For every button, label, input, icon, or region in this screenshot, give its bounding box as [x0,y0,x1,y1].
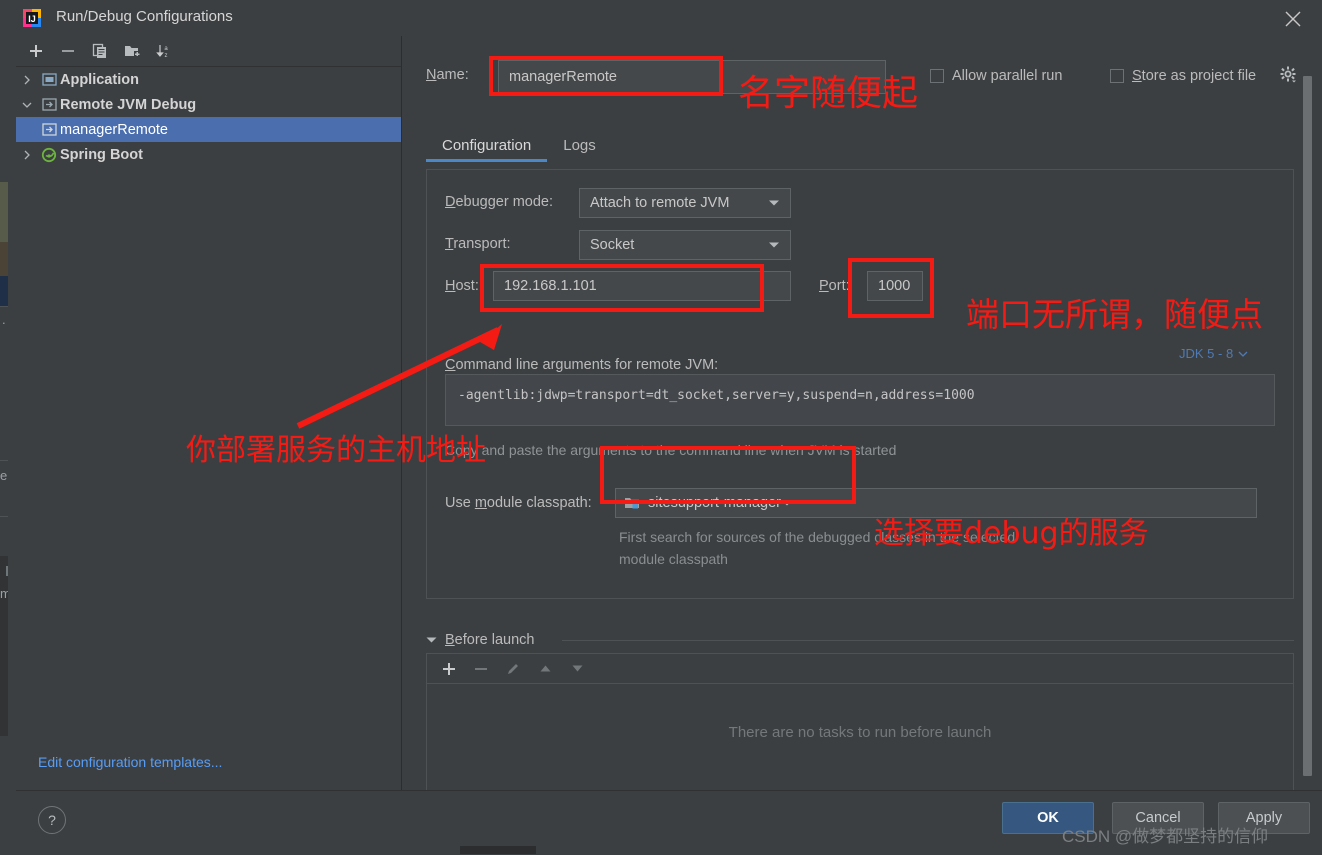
csdn-watermark: CSDN @做梦都坚持的信仰 [1062,827,1269,846]
debugger-mode-select[interactable]: Attach to remote JVM [579,188,791,218]
name-label: Name: [426,67,469,83]
name-input[interactable]: managerRemote [498,60,886,94]
port-input[interactable]: 1000 [867,271,923,301]
add-task-button[interactable] [437,658,461,679]
taskbar-fragment [460,846,536,854]
chevron-down-icon [768,237,780,253]
host-label: Host: [445,278,479,294]
module-classpath-hint-line1: First search for sources of the debugged… [619,529,1016,545]
store-as-project-file-checkbox[interactable]: Store as project file [1110,68,1256,84]
tree-item-managerremote[interactable]: managerRemote [16,117,401,142]
chevron-down-icon [1238,346,1248,361]
command-line-arguments-label: Command line arguments for remote JVM: [445,357,719,373]
remove-configuration-button[interactable] [56,40,80,62]
before-launch-empty-message: There are no tasks to run before launch [728,724,992,741]
edit-configuration-templates-link[interactable]: Edit configuration templates... [38,754,222,770]
move-task-down-button [565,658,589,679]
editor-tabs: Configuration Logs [426,131,612,162]
chevron-down-icon[interactable] [16,100,38,110]
chevron-right-icon[interactable] [16,75,38,85]
allow-parallel-run-checkbox[interactable]: Allow parallel run [930,68,1062,84]
spring-boot-icon [38,147,60,163]
tree-item-label: Spring Boot [60,146,143,163]
remove-task-button [469,658,493,679]
jdk-version-select[interactable]: JDK 5 - 8 [1179,346,1248,361]
svg-text:IJ: IJ [28,14,36,24]
help-button[interactable]: ? [38,806,66,834]
add-configuration-button[interactable] [24,40,48,62]
chevron-right-icon[interactable] [16,150,38,160]
configurations-tree: Application Remote JVM Debug managerRemo… [16,67,401,167]
tree-item-spring-boot[interactable]: Spring Boot [16,142,401,167]
triangle-down-icon[interactable] [426,631,437,649]
debugger-mode-label: Debugger mode: [445,194,554,210]
close-icon[interactable] [1282,8,1304,30]
jdk-version-value: JDK 5 - 8 [1179,346,1234,361]
gear-icon[interactable] [1280,66,1298,89]
tree-item-remote-jvm-debug[interactable]: Remote JVM Debug [16,92,401,117]
store-as-project-file-label: Store as project file [1132,68,1257,84]
pencil-icon [501,658,525,679]
dialog-titlebar: IJ Run/Debug Configurations [8,0,1322,36]
chevron-down-icon [768,195,780,211]
run-debug-configurations-dialog: IJ Run/Debug Configurations a z Applicat… [8,0,1322,855]
application-icon [38,72,60,87]
before-launch-title: Before launch [445,632,535,648]
configuration-editor-panel: Name: managerRemote Allow parallel run S… [402,36,1322,790]
module-classpath-value: sitesupport-manager [648,495,781,511]
port-label: Port: [819,278,850,294]
tab-configuration[interactable]: Configuration [426,131,548,162]
vertical-scrollbar-thumb[interactable] [1303,76,1312,776]
before-launch-tasks-box: There are no tasks to run before launch [426,653,1294,790]
new-folder-icon[interactable] [120,40,144,62]
command-line-arguments-value: -agentlib:jdwp=transport=dt_socket,serve… [458,388,975,403]
svg-text:z: z [165,53,168,59]
transport-select[interactable]: Socket [579,230,791,260]
configuration-settings-box: Debugger mode: Attach to remote JVM Tran… [426,169,1294,599]
command-line-arguments-field[interactable]: -agentlib:jdwp=transport=dt_socket,serve… [445,374,1275,426]
before-launch-divider [562,640,1294,641]
module-classpath-label: Use module classpath: [445,495,592,511]
dialog-title: Run/Debug Configurations [56,8,233,25]
module-icon [624,495,640,511]
sort-alphabetical-icon[interactable]: a z [152,40,176,62]
svg-text:a: a [164,46,168,52]
transport-label: Transport: [445,236,511,252]
remote-jvm-debug-icon [38,122,60,137]
tree-item-label: Application [60,71,139,88]
configurations-toolbar: a z [16,36,401,67]
chevron-down-icon [781,495,793,511]
intellij-idea-icon: IJ [22,8,42,28]
module-classpath-hint-line2: module classpath [619,551,728,567]
debugger-mode-value: Attach to remote JVM [590,195,730,211]
tree-item-label: Remote JVM Debug [60,96,197,113]
tab-logs[interactable]: Logs [547,131,612,162]
before-launch-header[interactable]: Before launch [426,631,534,649]
copy-icon[interactable] [88,40,112,62]
transport-value: Socket [590,237,635,253]
module-classpath-select[interactable]: sitesupport-manager [615,488,1257,518]
checkbox-box [930,69,944,83]
allow-parallel-run-label: Allow parallel run [952,68,1063,84]
move-task-up-button [533,658,557,679]
host-input[interactable]: 192.168.1.101 [493,271,791,301]
remote-jvm-debug-icon [38,97,60,112]
command-line-hint: Copy and paste the arguments to the comm… [445,442,897,458]
tree-item-application[interactable]: Application [16,67,401,92]
tree-item-label: managerRemote [60,121,168,138]
configurations-list-panel: a z Application Remote JVM Debug manager… [16,36,402,790]
before-launch-toolbar [427,654,1293,684]
checkbox-box [1110,69,1124,83]
